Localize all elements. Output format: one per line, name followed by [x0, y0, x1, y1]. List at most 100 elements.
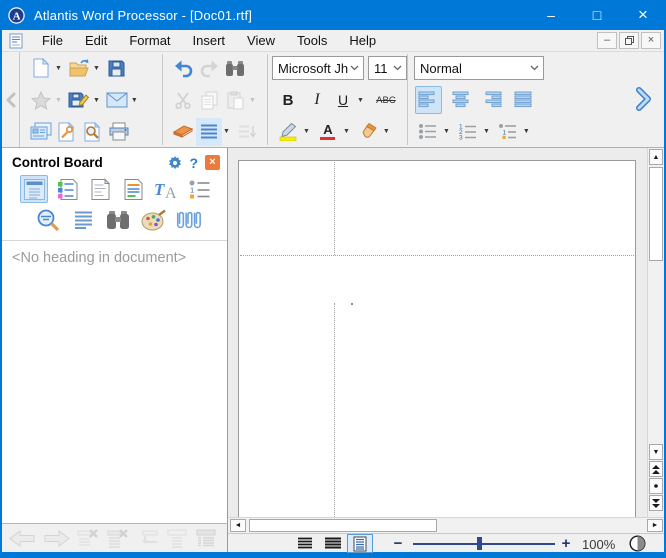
new-document-button[interactable]: [28, 54, 54, 82]
print-button[interactable]: [106, 118, 132, 146]
control-board-close-button[interactable]: ×: [205, 155, 220, 170]
contrast-toggle[interactable]: [629, 535, 646, 552]
bold-button[interactable]: B: [275, 86, 301, 114]
copy-button[interactable]: [196, 86, 222, 114]
save-as-button[interactable]: [66, 86, 92, 114]
help-icon[interactable]: ?: [189, 155, 198, 171]
close-document-button[interactable]: [77, 529, 100, 548]
font-color-dropdown[interactable]: ▼: [343, 128, 350, 135]
multilevel-button[interactable]: 1: [495, 118, 521, 146]
font-name-combo[interactable]: Microsoft Jh: [272, 56, 364, 80]
save-as-dropdown[interactable]: ▼: [93, 97, 100, 104]
align-right-button[interactable]: [478, 86, 504, 114]
horizontal-scroll-thumb[interactable]: [249, 519, 437, 532]
align-justify-button[interactable]: [509, 86, 535, 114]
fonts-tab[interactable]: TA: [152, 175, 180, 203]
vertical-scrollbar[interactable]: ▲ ▼: [647, 148, 664, 517]
format-painter-dropdown[interactable]: ▼: [383, 128, 390, 135]
art-tab[interactable]: [139, 206, 167, 234]
document-list-button[interactable]: [166, 529, 188, 548]
open-dropdown[interactable]: ▼: [93, 65, 100, 72]
headings-tab[interactable]: [20, 175, 48, 203]
lists-tab[interactable]: 1: [185, 175, 213, 203]
clips-tab[interactable]: [174, 206, 202, 234]
draft-view-button[interactable]: [292, 534, 318, 553]
favorites-dropdown[interactable]: ▼: [55, 97, 62, 104]
menu-view[interactable]: View: [236, 30, 286, 52]
sort-button[interactable]: [234, 118, 260, 146]
browse-object-button[interactable]: [649, 478, 663, 494]
numbering-dropdown[interactable]: ▼: [483, 128, 490, 135]
menu-edit[interactable]: Edit: [74, 30, 118, 52]
vertical-scroll-thumb[interactable]: [649, 167, 663, 261]
highlight-button[interactable]: [275, 118, 301, 146]
zoom-tab[interactable]: [34, 206, 62, 234]
underline-button[interactable]: U: [333, 86, 353, 114]
paste-button[interactable]: [222, 86, 248, 114]
menu-insert[interactable]: Insert: [182, 30, 237, 52]
previous-page-button[interactable]: [649, 461, 663, 477]
format-painter-button[interactable]: [355, 118, 381, 146]
toolbar-scroll-left-button[interactable]: [2, 52, 20, 147]
scroll-right-button[interactable]: ►: [647, 519, 663, 532]
font-color-button[interactable]: A: [315, 118, 341, 146]
align-center-button[interactable]: [447, 86, 473, 114]
menu-file[interactable]: File: [31, 30, 74, 52]
scroll-left-button[interactable]: ◄: [230, 519, 246, 532]
zoom-in-button[interactable]: +: [556, 534, 576, 553]
doc-close-button[interactable]: ×: [641, 32, 661, 49]
print-layout-view-button[interactable]: [347, 534, 373, 553]
next-page-button[interactable]: [649, 495, 663, 511]
zoom-slider-track[interactable]: [413, 543, 555, 545]
erase-button[interactable]: [170, 118, 196, 146]
cut-button[interactable]: [170, 86, 196, 114]
menu-format[interactable]: Format: [118, 30, 181, 52]
redo-button[interactable]: [196, 54, 222, 82]
scroll-up-button[interactable]: ▲: [649, 149, 663, 165]
close-button[interactable]: ×: [620, 0, 666, 30]
minimize-button[interactable]: –: [528, 0, 574, 30]
bullets-button[interactable]: [415, 118, 441, 146]
bullets-dropdown[interactable]: ▼: [443, 128, 450, 135]
document-options-button[interactable]: [54, 118, 80, 146]
document-icon[interactable]: [9, 33, 23, 49]
styles-tab[interactable]: [119, 175, 147, 203]
reopen-button[interactable]: [137, 530, 159, 547]
doc-restore-button[interactable]: [619, 32, 639, 49]
style-combo[interactable]: Normal: [414, 56, 544, 80]
scroll-down-button[interactable]: ▼: [649, 444, 663, 460]
document-area[interactable]: [228, 148, 664, 517]
properties-button[interactable]: [28, 118, 54, 146]
back-button[interactable]: [9, 530, 36, 547]
favorites-button[interactable]: [28, 86, 54, 114]
numbering-button[interactable]: 123: [455, 118, 481, 146]
align-left-button[interactable]: [415, 86, 442, 114]
menu-help[interactable]: Help: [338, 30, 387, 52]
online-view-button[interactable]: [320, 534, 346, 553]
horizontal-scrollbar[interactable]: ◄ ►: [228, 517, 664, 533]
undo-button[interactable]: [170, 54, 196, 82]
gear-icon[interactable]: [168, 156, 182, 170]
save-button[interactable]: [104, 54, 130, 82]
forward-button[interactable]: [43, 530, 70, 547]
doc-minimize-button[interactable]: –: [597, 32, 617, 49]
multilevel-dropdown[interactable]: ▼: [523, 128, 530, 135]
print-preview-button[interactable]: [80, 118, 106, 146]
email-dropdown[interactable]: ▼: [131, 97, 138, 104]
open-button[interactable]: [66, 54, 92, 82]
paragraph-tab[interactable]: [69, 206, 97, 234]
line-spacing-dropdown[interactable]: ▼: [223, 128, 230, 135]
toolbar-scroll-right-button[interactable]: [630, 83, 656, 115]
zoom-slider-thumb[interactable]: [477, 537, 482, 550]
search-tab[interactable]: [104, 206, 132, 234]
underline-dropdown[interactable]: ▼: [357, 97, 364, 104]
document-list-active-button[interactable]: [195, 529, 217, 548]
close-all-button[interactable]: [107, 529, 130, 548]
maximize-button[interactable]: □: [574, 0, 620, 30]
line-spacing-button[interactable]: [196, 118, 222, 146]
menu-tools[interactable]: Tools: [286, 30, 338, 52]
new-document-dropdown[interactable]: ▼: [55, 65, 62, 72]
find-button[interactable]: [222, 54, 248, 82]
font-size-combo[interactable]: 11: [368, 56, 407, 80]
strikethrough-button[interactable]: ABC: [371, 86, 401, 114]
